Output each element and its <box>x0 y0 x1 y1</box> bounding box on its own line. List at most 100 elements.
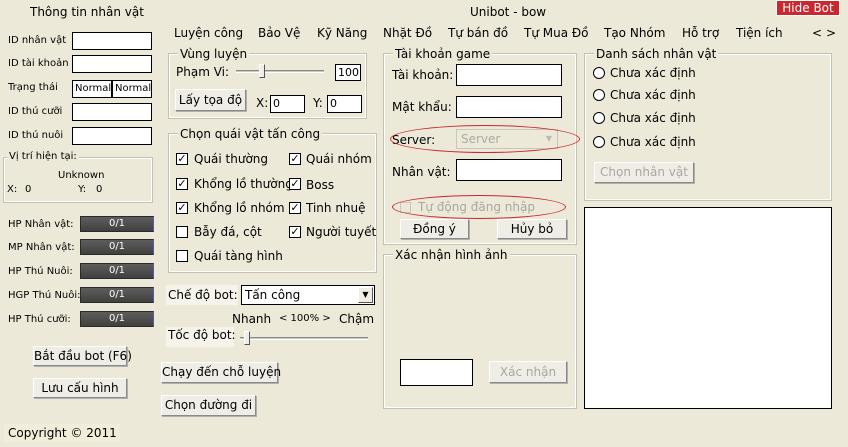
bot-mode-label: Chế độ bot: <box>166 285 238 305</box>
left-panel-title: Thông tin nhân vật <box>30 5 144 19</box>
checkbox-giant-group[interactable]: ✓ <box>176 202 188 214</box>
pet-id-field[interactable] <box>72 127 152 145</box>
status-field-1[interactable]: Normal <box>72 80 112 98</box>
traps-label: Bẫy đá, cột <box>194 225 262 239</box>
normal-monster-label: Quái thường <box>194 152 269 166</box>
speed-label: Tốc độ bot: <box>166 327 236 347</box>
range-value-field[interactable]: 100 <box>335 64 361 81</box>
character-list-title: Danh sách nhân vật <box>594 47 719 61</box>
char-id-field[interactable] <box>72 32 152 50</box>
speed-fast-label: Nhanh <box>232 312 272 326</box>
dropdown-arrow-icon[interactable]: ▼ <box>358 287 373 303</box>
giant-normal-label: Khổng lồ thường <box>194 177 293 191</box>
password-label: Mật khẩu: <box>392 100 452 114</box>
bot-mode-select[interactable]: Tấn công ▼ <box>241 285 375 305</box>
hp-mount-label: HP Thú cưỡi: <box>8 314 71 325</box>
run-to-training-button[interactable]: Chạy đến chỗ luyện <box>161 362 281 383</box>
position-y-label: Y: <box>78 184 87 195</box>
character-radio-1[interactable] <box>593 67 605 79</box>
username-label: Tài khoản: <box>392 68 454 82</box>
tab-party[interactable]: Tạo Nhóm <box>604 26 665 40</box>
training-zone-title: Vùng luyện <box>178 47 250 61</box>
status-label: Trạng thái <box>8 82 58 93</box>
checkbox-boss[interactable]: ✓ <box>289 178 301 190</box>
log-panel <box>584 207 832 409</box>
captcha-field[interactable] <box>400 359 473 386</box>
ok-button[interactable]: Đồng ý <box>400 219 469 239</box>
chevron-left-icon[interactable]: < <box>812 26 822 40</box>
auto-login-highlight <box>392 195 566 219</box>
tab-auto-sell[interactable]: Tự bán đồ <box>448 26 508 40</box>
chevron-right-icon[interactable]: > <box>826 26 836 40</box>
character-radio-3[interactable] <box>593 112 605 124</box>
tab-training[interactable]: Luyện công <box>174 26 243 40</box>
tab-skills[interactable]: Kỹ Năng <box>317 26 367 40</box>
cancel-button[interactable]: Hủy bỏ <box>497 219 567 239</box>
speed-slider-thumb[interactable] <box>244 331 250 345</box>
captcha-group-title: Xác nhận hình ảnh <box>393 248 510 262</box>
hp-pet-bar: 0/1 <box>80 263 154 279</box>
character-item-3: Chưa xác định <box>610 111 696 125</box>
hp-mount-bar: 0/1 <box>80 311 154 327</box>
tab-auto-buy[interactable]: Tự Mua Đồ <box>524 26 589 40</box>
account-group-title: Tài khoản game <box>393 47 493 61</box>
mp-char-label: MP Nhân vật: <box>8 242 75 253</box>
hgp-pet-bar: 0/1 <box>80 287 154 303</box>
snowman-label: Người tuyết <box>306 225 377 239</box>
mp-char-bar: 0/1 <box>80 239 154 255</box>
coord-x-field[interactable]: 0 <box>270 95 305 113</box>
coord-y-label: Y: <box>313 96 323 110</box>
range-slider-track[interactable] <box>236 70 324 73</box>
hp-pet-label: HP Thú Nuôi: <box>8 266 73 277</box>
hide-bot-button[interactable]: Hide Bot <box>776 0 840 16</box>
char-id-label: ID nhân vật <box>8 35 67 46</box>
checkbox-normal-monster[interactable]: ✓ <box>176 153 188 165</box>
hp-char-bar: 0/1 <box>80 216 154 232</box>
get-coords-button[interactable]: Lấy tọa độ <box>175 89 246 111</box>
character-item-1: Chưa xác định <box>610 66 696 80</box>
monster-select-title: Chọn quái vật tấn công <box>178 127 323 141</box>
invisible-label: Quái tàng hình <box>194 249 283 263</box>
choose-path-button[interactable]: Chọn đường đi <box>161 395 256 416</box>
start-bot-button[interactable]: Bắt đầu bot (F6) <box>33 346 132 366</box>
bot-mode-value: Tấn công <box>245 288 301 302</box>
position-x-value: 0 <box>25 184 32 195</box>
position-group-title: Vị trí hiện tại: <box>7 151 79 162</box>
account-id-field[interactable] <box>72 55 152 73</box>
hide-bot-label: Hide Bot <box>782 1 834 15</box>
giant-group-label: Khổng lồ nhóm <box>194 201 285 215</box>
character-radio-2[interactable] <box>593 89 605 101</box>
tab-protection[interactable]: Bảo Vệ <box>258 26 300 40</box>
boss-label: Boss <box>306 178 335 192</box>
group-monster-label: Quái nhóm <box>306 152 372 166</box>
checkbox-snowman[interactable]: ✓ <box>289 226 301 238</box>
speed-slider-track[interactable] <box>240 337 368 340</box>
tab-support[interactable]: Hỗ trợ <box>682 26 719 40</box>
save-config-button[interactable]: Lưu cấu hình <box>33 378 127 398</box>
position-x-label: X: <box>7 184 18 195</box>
checkbox-traps[interactable] <box>176 226 188 238</box>
username-field[interactable] <box>456 64 562 86</box>
window-title: Unibot - bow <box>470 5 547 19</box>
character-radio-4[interactable] <box>593 136 605 148</box>
status-field-2[interactable]: Normal <box>112 80 152 98</box>
mount-id-field[interactable] <box>72 103 152 121</box>
character-field[interactable] <box>456 159 562 181</box>
hgp-pet-label: HGP Thú Nuôi: <box>8 290 81 301</box>
checkbox-giant-normal[interactable]: ✓ <box>176 178 188 190</box>
tab-pickup[interactable]: Nhặt Đồ <box>383 26 432 40</box>
account-id-label: ID tài khoản <box>8 58 69 69</box>
copyright: Copyright © 2011 <box>4 424 120 442</box>
password-field[interactable] <box>456 96 562 118</box>
checkbox-group-monster[interactable]: ✓ <box>289 153 301 165</box>
range-slider-thumb[interactable] <box>259 64 265 78</box>
pet-id-label: ID thú nuôi <box>8 130 64 141</box>
checkbox-invisible[interactable] <box>176 250 188 262</box>
tab-utilities[interactable]: Tiện ích <box>736 26 783 40</box>
hp-char-label: HP Nhân vật: <box>8 219 74 230</box>
character-label: Nhân vật: <box>392 165 451 179</box>
coord-y-field[interactable]: 0 <box>327 95 362 113</box>
captcha-confirm-button[interactable]: Xác nhận <box>489 361 567 383</box>
checkbox-elite[interactable]: ✓ <box>289 202 301 214</box>
select-character-button[interactable]: Chọn nhân vật <box>594 162 694 183</box>
